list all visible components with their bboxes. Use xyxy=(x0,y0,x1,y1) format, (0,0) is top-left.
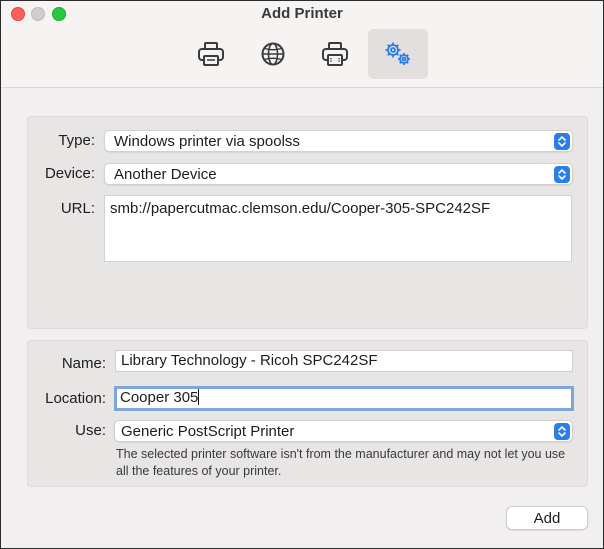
device-label: Device: xyxy=(44,165,95,182)
add-button[interactable]: Add xyxy=(506,506,588,530)
title-bar: Add Printer xyxy=(1,1,603,88)
globe-icon xyxy=(261,42,285,66)
name-field[interactable]: Library Technology - Ricoh SPC242SF xyxy=(115,350,573,372)
tab-default-printers[interactable] xyxy=(181,29,241,79)
text-caret xyxy=(198,389,200,405)
type-value: Windows printer via spoolss xyxy=(114,133,300,150)
name-label: Name: xyxy=(61,355,106,372)
url-label: URL: xyxy=(60,200,95,217)
driver-warning-note: The selected printer software isn't from… xyxy=(116,447,566,478)
type-label: Type: xyxy=(58,132,95,149)
tab-windows-printers[interactable] xyxy=(305,29,365,79)
device-value: Another Device xyxy=(114,166,217,183)
chevron-updown-icon xyxy=(554,423,570,440)
fax-printer-icon xyxy=(322,42,348,66)
use-label: Use: xyxy=(75,422,106,439)
tab-advanced[interactable] xyxy=(368,29,428,79)
chevron-updown-icon xyxy=(554,133,570,150)
gears-icon xyxy=(385,42,410,65)
use-value: Generic PostScript Printer xyxy=(121,423,295,440)
type-popup[interactable]: Windows printer via spoolss xyxy=(104,130,573,152)
tab-ip-printers[interactable] xyxy=(243,29,303,79)
location-value: Cooper 305 xyxy=(120,389,199,406)
printer-icon xyxy=(198,42,224,66)
chevron-updown-icon xyxy=(554,166,570,183)
use-popup[interactable]: Generic PostScript Printer xyxy=(114,420,573,442)
location-field[interactable]: Cooper 305 xyxy=(114,386,574,411)
add-printer-window: Add Printer Type: Windows printer via sp… xyxy=(0,0,604,549)
window-title: Add Printer xyxy=(261,5,343,22)
url-field[interactable]: smb://papercutmac.clemson.edu/Cooper-305… xyxy=(104,195,572,262)
device-popup[interactable]: Another Device xyxy=(104,163,573,185)
location-label: Location: xyxy=(45,390,106,407)
